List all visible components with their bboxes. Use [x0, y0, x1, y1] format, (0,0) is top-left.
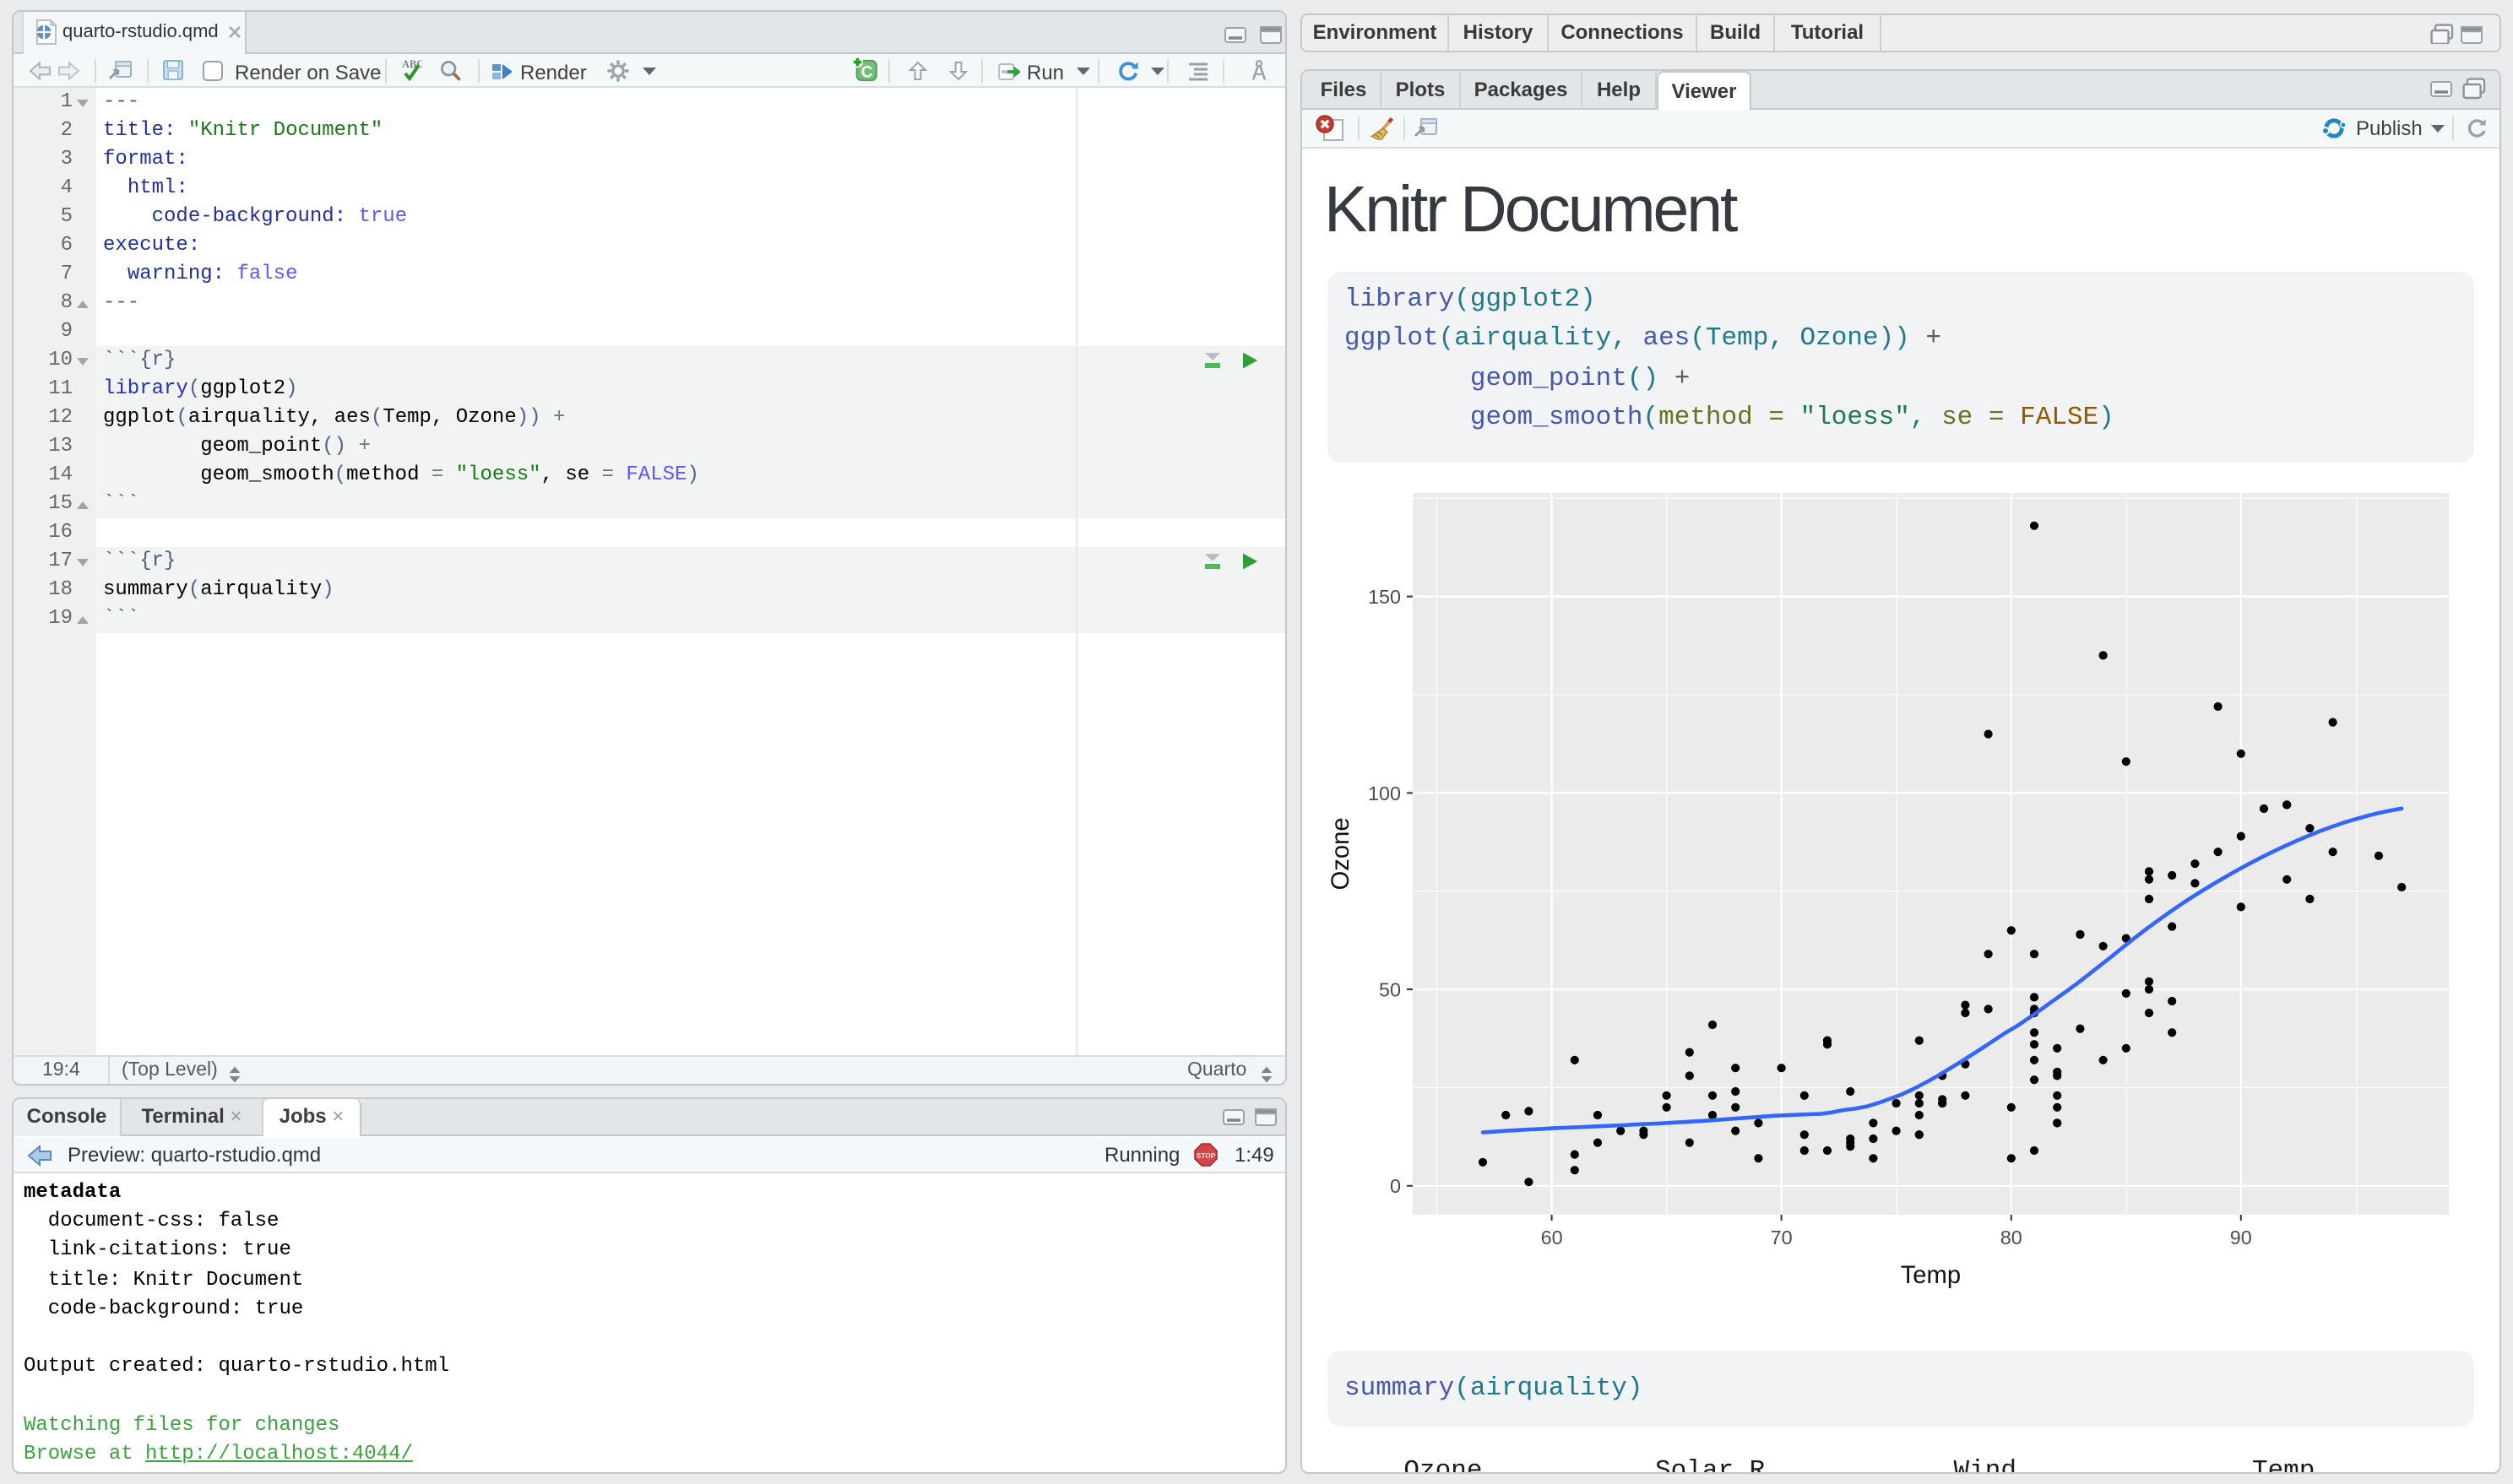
svg-text:70: 70	[1771, 1227, 1793, 1248]
svg-text:Temp: Temp	[1901, 1262, 1961, 1289]
svg-text:ABC: ABC	[402, 57, 422, 69]
svg-text:150: 150	[1368, 586, 1401, 608]
svg-text:C: C	[861, 62, 873, 81]
svg-text:80: 80	[2000, 1227, 2022, 1248]
svg-text:50: 50	[1379, 978, 1401, 1000]
svg-text:STOP: STOP	[1197, 1151, 1216, 1160]
svg-text:100: 100	[1368, 783, 1401, 804]
svg-text:60: 60	[1541, 1227, 1563, 1248]
svg-text:90: 90	[2230, 1227, 2252, 1248]
svg-text:0: 0	[1390, 1175, 1401, 1197]
svg-text:Ozone: Ozone	[1327, 817, 1354, 890]
